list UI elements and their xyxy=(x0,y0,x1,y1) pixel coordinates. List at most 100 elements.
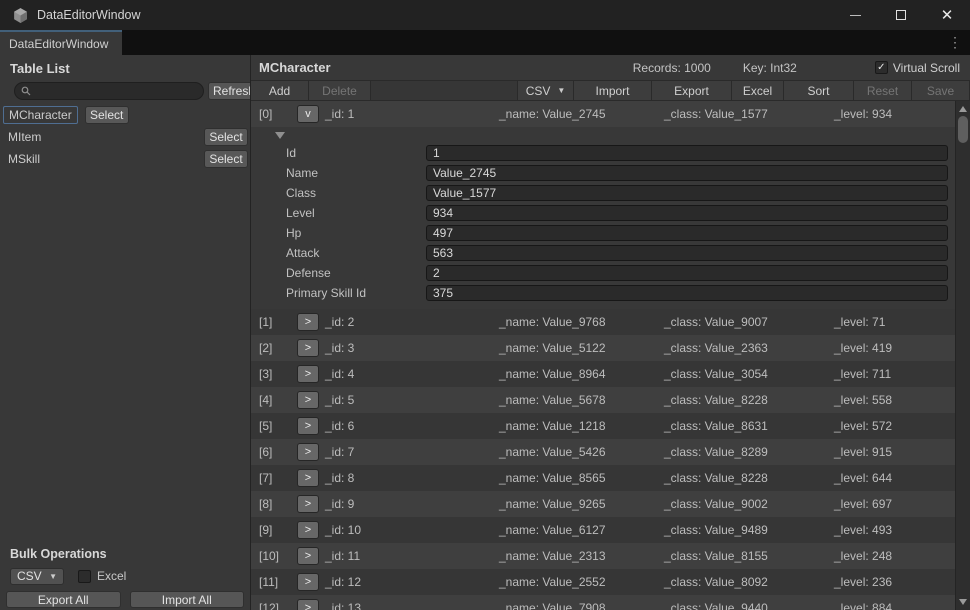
field-row: Defense xyxy=(251,263,955,283)
record-row[interactable]: [4] > _id: 5 _name: Value_5678 _class: Value… xyxy=(251,387,955,413)
field-row: Class xyxy=(251,183,955,203)
record-row[interactable]: [6] > _id: 7 _name: Value_5426 _class: Value… xyxy=(251,439,955,465)
toolbar-button-csv[interactable]: CSV ▼ xyxy=(518,81,574,100)
expand-button[interactable]: > xyxy=(297,495,319,513)
table-row-mcharacter[interactable]: MCharacter Select xyxy=(0,104,250,126)
foldout-row[interactable] xyxy=(251,127,955,143)
key-type: Key: Int32 xyxy=(742,60,797,75)
toolbar-button-export[interactable]: Export xyxy=(652,81,732,100)
bulk-format-dropdown[interactable]: CSV ▼ xyxy=(10,567,64,585)
toolbar-button-import[interactable]: Import xyxy=(574,81,652,100)
table-name-mskill[interactable]: MSkill xyxy=(8,152,40,166)
select-button-mitem[interactable]: Select xyxy=(204,128,248,146)
field-input-level[interactable] xyxy=(426,205,948,221)
export-all-button[interactable]: Export All xyxy=(6,591,121,608)
expand-button[interactable]: > xyxy=(297,521,319,539)
table-name-mitem[interactable]: MItem xyxy=(8,130,41,144)
record-row[interactable]: [11] > _id: 12 _name: Value_2552 _class: Val… xyxy=(251,569,955,595)
expand-button[interactable]: > xyxy=(297,365,319,383)
virtual-scroll-checkbox[interactable]: ✓ xyxy=(874,61,888,74)
toolbar-button-add[interactable]: Add xyxy=(251,81,309,100)
field-row: Attack xyxy=(251,243,955,263)
table-list-panel: Table List Refresh MCharacter Select MIt… xyxy=(0,55,250,610)
header-status: Records: 1000 Key: Int32 ✓ Virtual Scrol… xyxy=(633,61,960,75)
expand-button[interactable]: > xyxy=(297,573,319,591)
select-button-mcharacter[interactable]: Select xyxy=(84,106,129,124)
record-row[interactable]: [0] v _id: 1 _name: Value_2745 _class: Value… xyxy=(251,101,955,127)
maximize-button[interactable] xyxy=(878,0,924,30)
record-row[interactable]: [5] > _id: 6 _name: Value_1218 _class: Value… xyxy=(251,413,955,439)
row-index: [5] xyxy=(259,419,273,433)
expand-button[interactable]: > xyxy=(297,313,319,331)
row-id: _id: 8 xyxy=(325,471,355,485)
field-label-primary-skill-id: Primary Skill Id xyxy=(286,286,367,300)
field-input-primary-skill-id[interactable] xyxy=(426,285,948,301)
refresh-button[interactable]: Refresh xyxy=(208,82,250,100)
field-input-class[interactable] xyxy=(426,185,948,201)
field-label-level: Level xyxy=(286,206,315,220)
tab-menu-icon[interactable]: ⋮ xyxy=(948,34,962,51)
expand-button[interactable]: > xyxy=(297,469,319,487)
row-level: _level: 644 xyxy=(834,471,893,485)
row-id: _id: 5 xyxy=(325,393,355,407)
field-row: Hp xyxy=(251,223,955,243)
scrollbar-thumb[interactable] xyxy=(958,116,968,143)
toolbar-button-label: Excel xyxy=(742,83,773,98)
bulk-excel-checkbox[interactable] xyxy=(78,569,91,583)
expand-button[interactable]: > xyxy=(297,599,319,610)
collapse-button[interactable]: v xyxy=(297,105,319,123)
expand-button[interactable]: > xyxy=(297,417,319,435)
expand-button[interactable]: > xyxy=(297,391,319,409)
bulk-format-value: CSV xyxy=(17,569,42,583)
virtual-scroll-toggle[interactable]: ✓ Virtual Scroll xyxy=(874,61,960,75)
toolbar-spacer xyxy=(371,81,518,100)
import-all-button[interactable]: Import All xyxy=(129,591,244,608)
row-index: [7] xyxy=(259,471,273,485)
row-class: _class: Value_8289 xyxy=(664,445,768,459)
row-level: _level: 248 xyxy=(834,549,893,563)
field-input-hp[interactable] xyxy=(426,225,948,241)
expand-button[interactable]: > xyxy=(297,547,319,565)
row-id: _id: 3 xyxy=(325,341,355,355)
record-row[interactable]: [12] > _id: 13 _name: Value_7908 _class: Val… xyxy=(251,595,955,610)
minimize-icon xyxy=(849,14,861,16)
row-level: _level: 697 xyxy=(834,497,893,511)
expand-button[interactable]: > xyxy=(297,443,319,461)
record-row[interactable]: [9] > _id: 10 _name: Value_6127 _class: Valu… xyxy=(251,517,955,543)
scroll-down-icon[interactable] xyxy=(959,599,967,605)
field-input-defense[interactable] xyxy=(426,265,948,281)
bulk-operations-title: Bulk Operations xyxy=(10,547,107,561)
toolbar-button-delete: Delete xyxy=(309,81,371,100)
record-row[interactable]: [1] > _id: 2 _name: Value_9768 _class: Value… xyxy=(251,309,955,335)
row-index: [2] xyxy=(259,341,273,355)
table-name-mcharacter[interactable]: MCharacter xyxy=(3,106,78,124)
tab-data-editor-window[interactable]: DataEditorWindow xyxy=(0,30,122,55)
record-row[interactable]: [8] > _id: 9 _name: Value_9265 _class: Value… xyxy=(251,491,955,517)
table-row-mskill[interactable]: MSkill Select xyxy=(0,148,250,170)
record-row[interactable]: [2] > _id: 3 _name: Value_5122 _class: Value… xyxy=(251,335,955,361)
field-input-attack[interactable] xyxy=(426,245,948,261)
table-row-mitem[interactable]: MItem Select xyxy=(0,126,250,148)
row-name: _name: Value_8964 xyxy=(499,367,606,381)
row-class: _class: Value_9002 xyxy=(664,497,768,511)
expand-button[interactable]: > xyxy=(297,339,319,357)
toolbar-button-label: Export xyxy=(674,83,709,98)
select-button-mskill[interactable]: Select xyxy=(204,150,248,168)
row-id: _id: 11 xyxy=(325,549,361,563)
record-row[interactable]: [10] > _id: 11 _name: Value_2313 _class: Val… xyxy=(251,543,955,569)
close-button[interactable]: ✕ xyxy=(924,0,970,30)
records-list: [0] v _id: 1 _name: Value_2745 _class: Value… xyxy=(251,101,955,610)
search-field[interactable] xyxy=(14,82,204,100)
record-row[interactable]: [7] > _id: 8 _name: Value_8565 _class: Value… xyxy=(251,465,955,491)
vertical-scrollbar[interactable] xyxy=(955,101,970,610)
search-input[interactable] xyxy=(35,84,197,98)
record-row[interactable]: [3] > _id: 4 _name: Value_8964 _class: Value… xyxy=(251,361,955,387)
minimize-button[interactable] xyxy=(832,0,878,30)
scroll-up-icon[interactable] xyxy=(959,106,967,112)
main-panel: MCharacter Records: 1000 Key: Int32 ✓ Vi… xyxy=(250,55,970,610)
field-input-name[interactable] xyxy=(426,165,948,181)
row-level: _level: 558 xyxy=(834,393,893,407)
toolbar-button-sort[interactable]: Sort xyxy=(784,81,854,100)
toolbar-button-excel[interactable]: Excel xyxy=(732,81,784,100)
field-input-id[interactable] xyxy=(426,145,948,161)
